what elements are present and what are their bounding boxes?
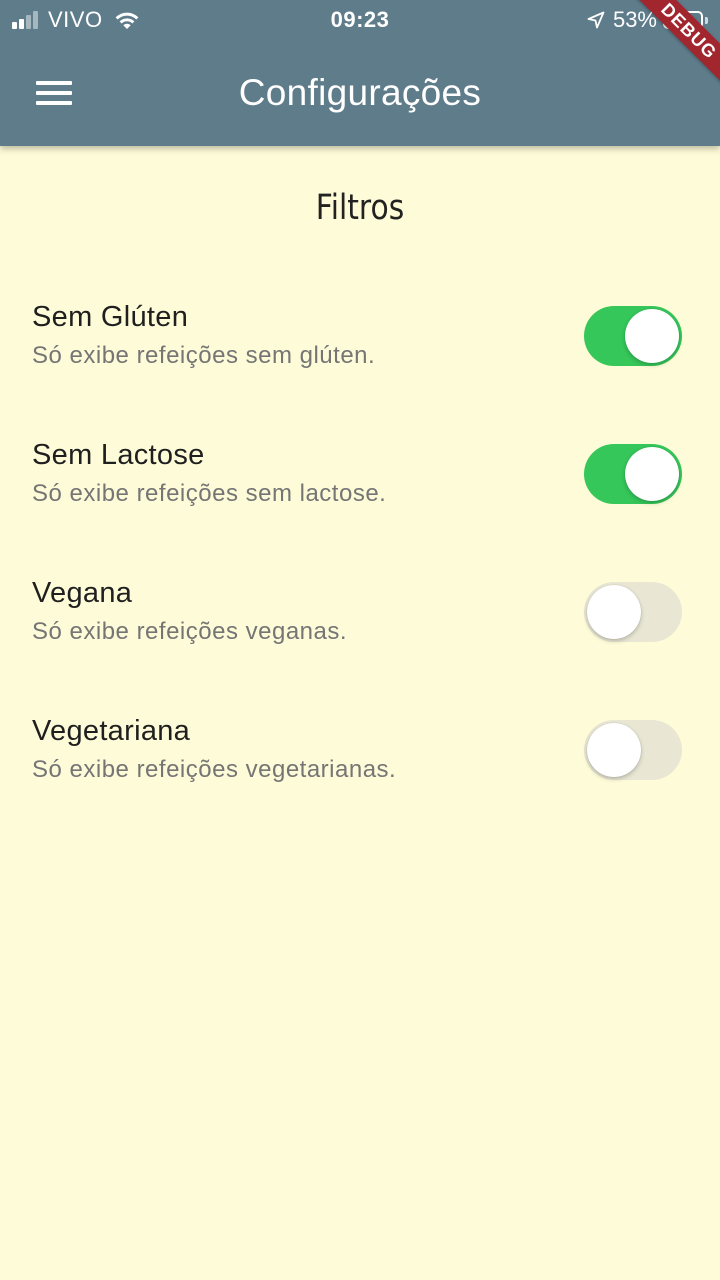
filter-title: Vegana (32, 577, 133, 609)
filter-title: Sem Lactose (32, 439, 205, 471)
switch-thumb (587, 585, 641, 639)
lactose-free-switch[interactable] (584, 444, 682, 504)
battery-tip (705, 16, 708, 24)
filter-subtitle: Só exibe refeições sem glúten. (32, 342, 376, 369)
filter-title: Sem Glúten (32, 301, 189, 333)
location-arrow-icon (587, 11, 605, 29)
filter-subtitle: Só exibe refeições sem lactose. (32, 480, 387, 507)
vegan-switch[interactable] (584, 582, 682, 642)
section-title: Filtros (315, 188, 405, 228)
filter-subtitle: Só exibe refeições veganas. (32, 618, 348, 645)
filter-item-vegana[interactable]: Vegana Só exibe refeições veganas. (0, 565, 720, 703)
filter-subtitle: Só exibe refeições vegetarianas. (32, 756, 397, 783)
filter-item-sem-lactose[interactable]: Sem Lactose Só exibe refeições sem lacto… (0, 427, 720, 565)
gluten-free-switch[interactable] (584, 306, 682, 366)
filter-list: Sem Glúten Só exibe refeições sem glúten… (0, 289, 720, 841)
switch-thumb (625, 309, 679, 363)
switch-thumb (587, 723, 641, 777)
filter-item-sem-gluten[interactable]: Sem Glúten Só exibe refeições sem glúten… (0, 289, 720, 427)
page-title: Configurações (238, 72, 482, 113)
status-bar: VIVO 09:23 53% (0, 0, 720, 40)
vegetarian-switch[interactable] (584, 720, 682, 780)
filter-item-vegetariana[interactable]: Vegetariana Só exibe refeições vegetaria… (0, 703, 720, 841)
switch-thumb (625, 447, 679, 501)
filter-title: Vegetariana (32, 715, 191, 747)
app-bar: VIVO 09:23 53% Configurações (0, 0, 720, 146)
